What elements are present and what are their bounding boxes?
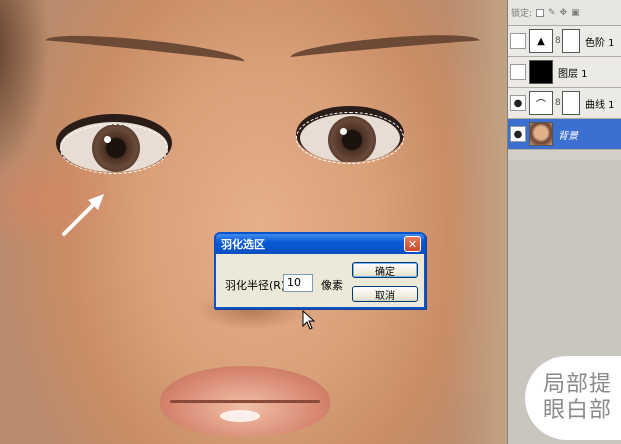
visibility-toggle[interactable]	[510, 64, 526, 80]
close-icon[interactable]: ✕	[404, 236, 421, 252]
lock-toolbar: 锁定: ✎ ✥ ▣	[508, 0, 621, 26]
link-icon: 8	[555, 36, 561, 46]
eye-icon[interactable]: ●	[510, 95, 526, 111]
layer-row-levels[interactable]: ▲ 8 色阶 1	[508, 26, 621, 57]
ok-button[interactable]: 确定	[352, 262, 418, 278]
left-eye-selection-marquee	[60, 124, 168, 174]
layer-row-background[interactable]: ● 背景	[508, 119, 621, 150]
lock-all-icon[interactable]: ▣	[571, 8, 580, 18]
lips	[160, 366, 330, 436]
mouse-pointer-icon	[302, 310, 316, 330]
layer-name: 色阶 1	[585, 37, 615, 49]
layer-mask-thumbnail[interactable]	[562, 91, 580, 115]
link-icon: 8	[555, 98, 561, 108]
feather-radius-label: 羽化半径(R):	[225, 279, 289, 292]
tutorial-callout: 局部提 眼白部	[525, 356, 621, 440]
layer-row-curves[interactable]: ● ⌒ 8 曲线 1	[508, 88, 621, 119]
layer-row-layer1[interactable]: 图层 1	[508, 57, 621, 88]
callout-line-1: 局部提	[543, 372, 613, 397]
right-eye-selection-marquee	[296, 112, 404, 164]
layer-thumbnail	[529, 60, 553, 84]
photo-canvas[interactable]	[0, 0, 507, 444]
visibility-toggle[interactable]	[510, 33, 526, 49]
layer-thumbnail	[529, 122, 553, 146]
lock-transparency-icon[interactable]	[536, 8, 545, 17]
layer-mask-thumbnail[interactable]	[562, 29, 580, 53]
dialog-title: 羽化选区	[221, 238, 265, 251]
feather-radius-input[interactable]: 10	[283, 274, 313, 292]
arrow-icon	[62, 194, 104, 236]
callout-line-2: 眼白部	[543, 398, 613, 423]
feather-selection-dialog: 羽化选区 ✕ 羽化半径(R): 10 像素 确定 取消	[214, 232, 426, 309]
unit-label: 像素	[321, 279, 343, 292]
cancel-button[interactable]: 取消	[352, 286, 418, 302]
layers-empty-area: 局部提 眼白部	[508, 160, 621, 444]
curves-icon: ⌒	[529, 91, 553, 115]
layers-panel: 锁定: ✎ ✥ ▣ ▲ 8 色阶 1 图层 1 ● ⌒ 8 曲线 1 ● 背景 …	[507, 0, 621, 444]
layer-name: 背景	[558, 130, 578, 142]
levels-icon: ▲	[529, 29, 553, 53]
lock-label: 锁定:	[511, 9, 533, 19]
hair-region	[0, 0, 50, 180]
left-eyebrow	[44, 29, 246, 73]
lock-paint-icon[interactable]: ✎	[548, 8, 556, 18]
layer-name: 曲线 1	[585, 99, 615, 111]
layer-name: 图层 1	[558, 68, 588, 80]
eye-icon[interactable]: ●	[510, 126, 526, 142]
background-region	[447, 0, 507, 444]
lock-move-icon[interactable]: ✥	[560, 8, 568, 18]
dialog-titlebar[interactable]: 羽化选区	[216, 234, 424, 254]
